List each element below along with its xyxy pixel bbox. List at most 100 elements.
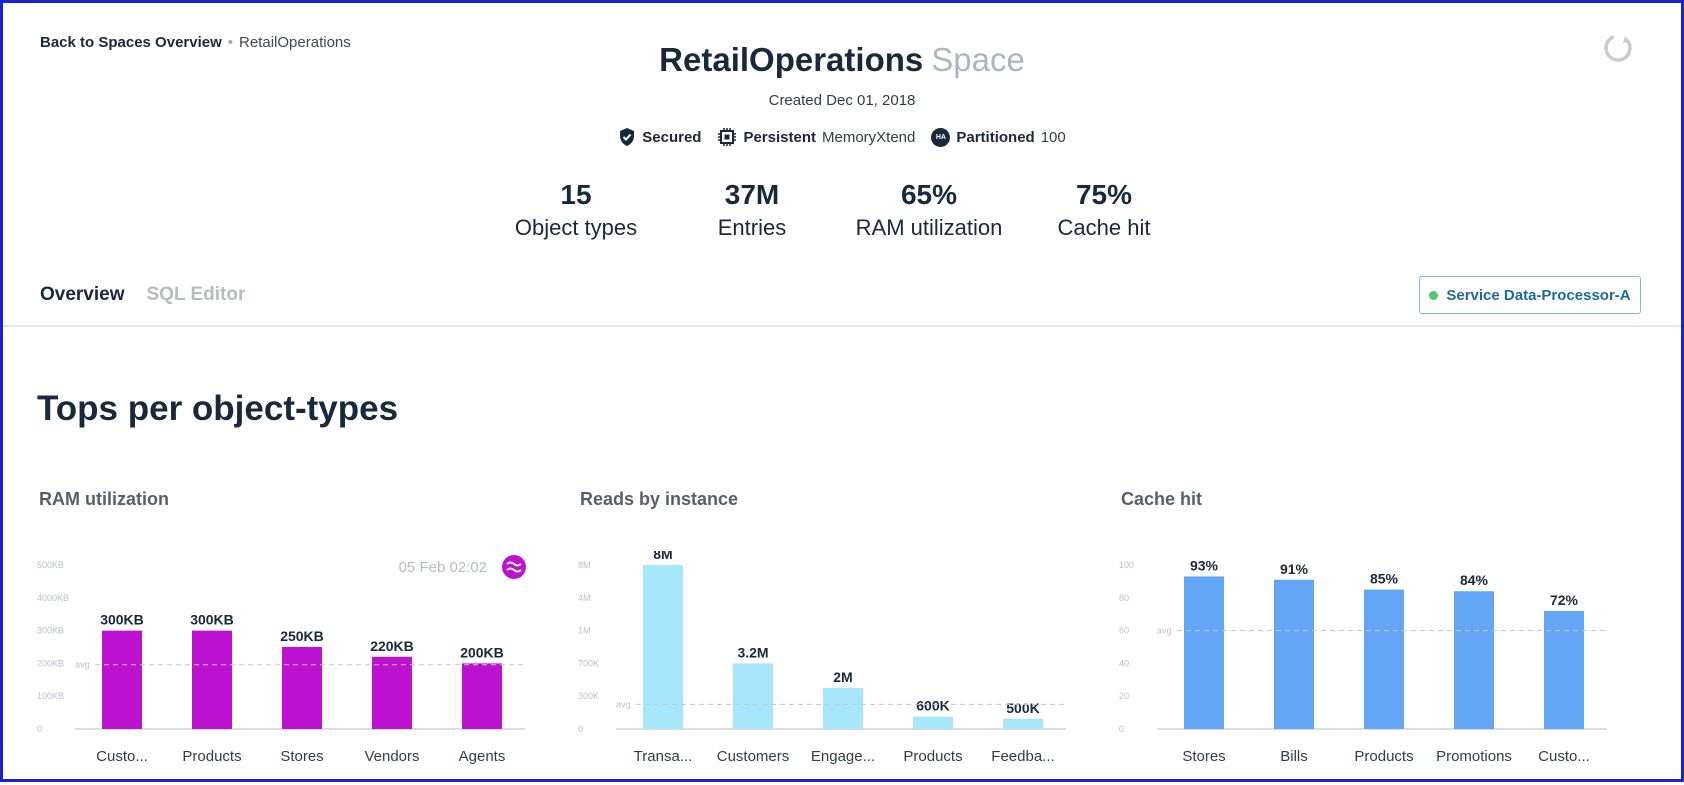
y-tick-label: 4000KB [37,593,69,603]
x-tick-label: Engage... [811,748,875,765]
space-suffix: Space [931,41,1025,78]
stat-entries: 37M Entries [662,179,842,241]
panel-title-ram: RAM utilization [39,489,169,509]
bar-value-label: 500K [1006,700,1039,716]
bar [1454,591,1494,729]
section-title: Tops per object-types [37,389,399,428]
bar-value-label: 250KB [280,628,324,644]
stat-value: 65% [900,179,958,210]
ram-utilization-chart: 500KB 4000KB 300KB 200KB 100KB 0 300KB Custo...… [37,555,526,765]
bar-value-label: 220KB [370,638,414,654]
y-tick-label: 700K [578,658,599,668]
service-button[interactable]: Service Data-Processor-A [1419,276,1641,314]
space-stats: 15 Object types 37M Entries 65% RAM util… [3,179,1681,249]
y-tick-label: 20 [1119,691,1129,701]
y-tick-label: 0 [578,724,583,734]
space-header: Back to Spaces Overview • RetailOperations… [3,3,1681,327]
y-tick-label: 8M [578,560,591,570]
stat-label: RAM utilization [855,215,1003,240]
y-tick-label: 200KB [37,658,64,668]
x-tick-label: Feedba... [991,748,1054,765]
bar-value-label: 300KB [190,612,234,628]
y-tick-label: 100KB [37,691,64,701]
bar [1003,718,1043,729]
tab-overview[interactable]: Overview [40,284,125,306]
bar [913,716,953,729]
average-label: avg [1157,626,1172,636]
bar-value-label: 300KB [100,612,144,628]
bar [1544,610,1584,729]
persistent-label: Persistent [743,128,816,146]
y-tick-label: 0 [1119,724,1124,734]
stat-label: Entries [717,215,787,240]
x-tick-label: Custo... [96,748,148,765]
bar [1184,576,1224,729]
page-title: RetailOperations Space [3,41,1681,79]
persistent-badge: Persistent MemoryXtend [717,127,915,147]
y-tick-label: 1M [578,626,591,636]
x-tick-label: Customers [717,748,790,765]
y-tick-label: 40 [1119,658,1129,668]
persistent-value: MemoryXtend [822,128,916,146]
partitioned-value: 100 [1040,128,1066,146]
secured-badge: Secured [618,127,701,147]
bar [192,630,232,729]
x-tick-label: Transa... [634,748,693,765]
bar-value-label: 8M [653,551,672,562]
x-tick-label: Promotions [1436,748,1512,765]
bar-value-label: 84% [1460,572,1489,588]
panel-title-reads: Reads by instance [580,489,739,509]
reads-by-instance-chart: 8M 4M 1M 700K 300K 0 8M Transa... 3.2M Customers 2… [578,551,1066,765]
stat-label: Object types [514,215,638,240]
bar [462,663,502,729]
x-tick-label: Stores [1182,748,1225,765]
bar-value-label: 85% [1370,571,1399,587]
y-tick-label: 4M [578,593,591,603]
stat-ram-utilization: 65% RAM utilization [839,179,1019,241]
bar-value-label: 93% [1190,557,1219,573]
secured-label: Secured [642,128,702,146]
space-name: RetailOperations [659,41,924,78]
shield-icon [620,128,635,146]
bar [282,647,322,729]
ha-icon: HA [931,127,951,147]
y-tick-label: 300KB [37,626,64,636]
y-tick-label: 80 [1119,593,1129,603]
y-tick-label: 60 [1119,626,1129,636]
stat-cache-hit: 75% Cache hit [1014,179,1194,241]
bar [1274,579,1314,729]
y-tick-label: 500KB [37,560,64,570]
panel-title-cache: Cache hit [1121,489,1203,509]
x-tick-label: Products [903,748,962,765]
x-tick-label: Products [182,748,241,765]
x-tick-label: Custo... [1538,748,1590,765]
bar-value-label: 72% [1550,592,1579,608]
y-tick-label: 0 [37,724,42,734]
average-label: avg [75,660,90,670]
stat-value: 75% [1075,179,1133,210]
bar [1364,589,1404,729]
x-tick-label: Products [1354,748,1413,765]
tab-sql-editor[interactable]: SQL Editor [147,284,246,306]
service-button-label: Service Data-Processor-A [1446,286,1631,304]
bar-value-label: 200KB [460,644,504,660]
partitioned-label: Partitioned [956,128,1035,146]
trend-icon [502,555,526,579]
bar [733,663,773,729]
tab-bar: Overview SQL Editor [40,284,245,306]
y-tick-label: 100 [1119,560,1134,570]
bar-value-label: 600K [916,698,949,714]
space-badges: Secured Persistent MemoryXtend HA Partit… [3,127,1681,147]
stat-object-types: 15 Object types [486,179,666,241]
x-tick-label: Agents [459,748,506,765]
chart-timestamp: 05 Feb 02:02 [399,559,487,576]
bar [372,656,412,729]
y-tick-label: 300K [578,691,599,701]
x-tick-label: Stores [280,748,323,765]
chip-icon [718,128,737,146]
partitioned-badge: HA Partitioned 100 [931,127,1066,147]
x-tick-label: Bills [1280,748,1308,765]
cache-hit-chart: 100 80 60 40 20 0 93% Stores 91% Bills 85% Products… [1119,557,1607,765]
bar-value-label: 3.2M [737,644,768,660]
bar-value-label: 2M [833,669,852,685]
